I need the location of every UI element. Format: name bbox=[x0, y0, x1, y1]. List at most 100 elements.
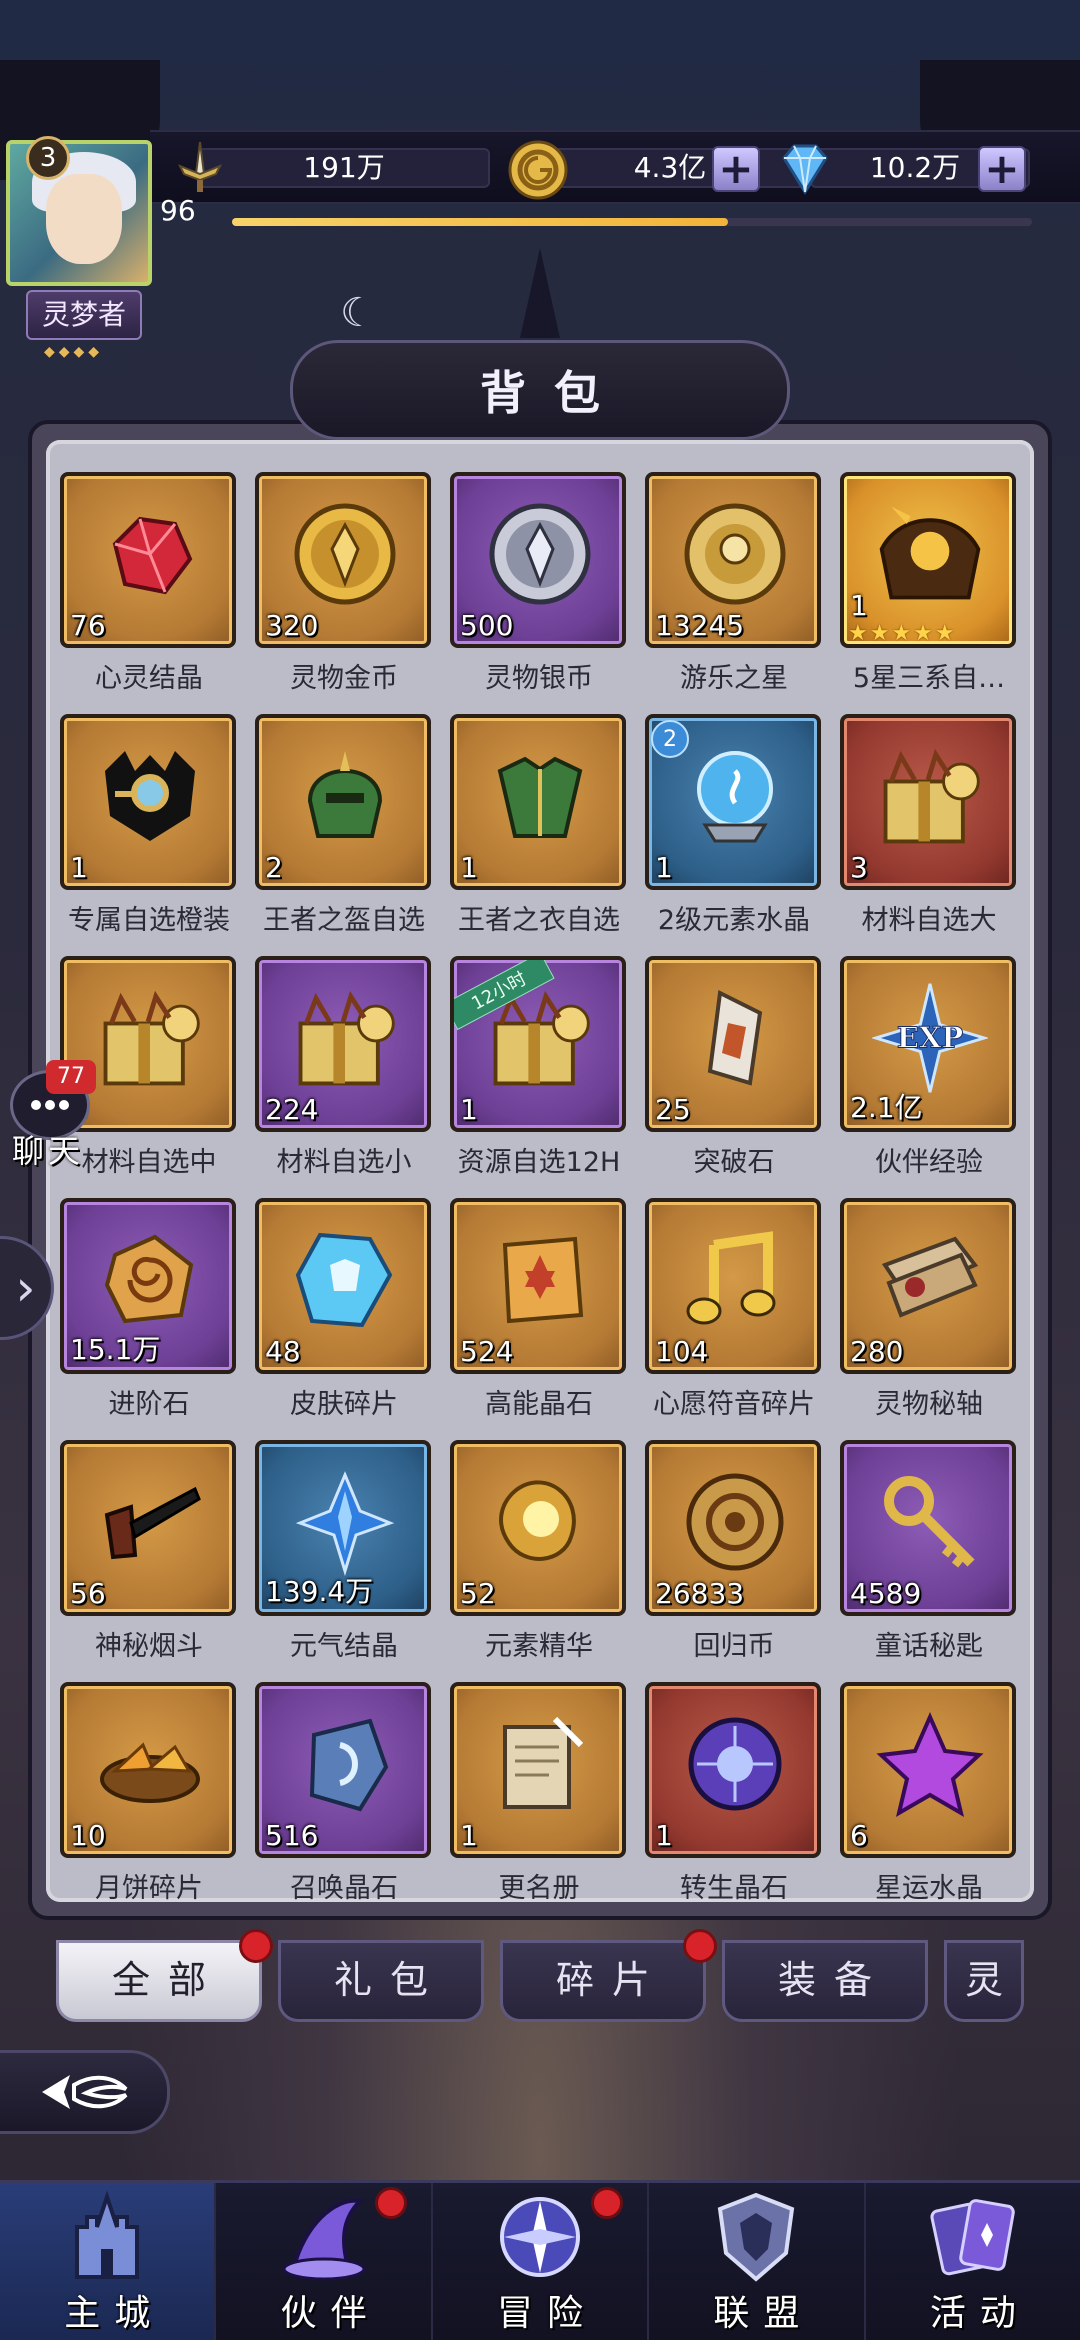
item-tile[interactable]: 500 bbox=[450, 472, 626, 648]
item-tile[interactable]: 224 bbox=[255, 956, 431, 1132]
inventory-item[interactable]: 1 转生晶石 bbox=[645, 1682, 823, 1904]
item-quantity: 320 bbox=[265, 609, 319, 642]
item-name: 王者之衣自选 bbox=[458, 905, 620, 936]
item-name: 5星三系自… bbox=[852, 663, 1006, 694]
notification-dot bbox=[683, 1929, 717, 1963]
inventory-item[interactable]: 56 神秘烟斗 bbox=[60, 1440, 238, 1662]
item-quantity: 1 bbox=[460, 851, 478, 884]
notification-dot bbox=[374, 2187, 407, 2219]
item-tile[interactable]: 1 bbox=[645, 1682, 821, 1858]
gold-coin-icon bbox=[287, 498, 403, 610]
nav-label: 主城 bbox=[64, 2293, 165, 2334]
inventory-item[interactable]: 104 心愿符音碎片 bbox=[645, 1198, 823, 1420]
back-button[interactable] bbox=[0, 2050, 170, 2134]
item-tile[interactable]: 3 bbox=[840, 714, 1016, 890]
item-quantity: 516 bbox=[265, 1819, 319, 1852]
inventory-item[interactable]: 48 皮肤碎片 bbox=[255, 1198, 433, 1420]
item-quantity: 4589 bbox=[850, 1577, 922, 1610]
item-name: 回归币 bbox=[693, 1631, 775, 1662]
resource-bar: 191万 4.3亿 + 10.2万 + bbox=[150, 130, 1080, 204]
inventory-item[interactable]: 320 灵物金币 bbox=[255, 472, 433, 694]
inventory-item[interactable]: 76 心灵结晶 bbox=[60, 472, 238, 694]
nav-label: 联盟 bbox=[713, 2293, 814, 2334]
nav-shield[interactable]: 联盟 bbox=[649, 2183, 866, 2340]
item-tile[interactable]: 10 bbox=[60, 1682, 236, 1858]
nav-wizard-hat[interactable]: 伙伴 bbox=[216, 2183, 433, 2340]
player-title-badge[interactable]: 灵梦者 bbox=[26, 290, 142, 340]
item-name: 灵物银币 bbox=[485, 663, 593, 694]
inventory-item[interactable]: 1 专属自选橙装 bbox=[60, 714, 238, 936]
inventory-item[interactable]: 52 元素精华 bbox=[450, 1440, 628, 1662]
cards-icon bbox=[923, 2187, 1023, 2291]
tab-2[interactable]: 碎片 bbox=[500, 1929, 717, 2022]
item-tile[interactable]: 1 bbox=[450, 1682, 626, 1858]
item-tile[interactable]: EXP 2.1亿 bbox=[840, 956, 1016, 1132]
item-tile[interactable]: 2 1 bbox=[645, 714, 821, 890]
inventory-item[interactable]: 224 材料自选小 bbox=[255, 956, 433, 1178]
add-gold-button[interactable]: + bbox=[712, 146, 760, 192]
bell-coin-icon bbox=[677, 498, 793, 610]
inventory-item[interactable]: 6 星运水晶 bbox=[840, 1682, 1018, 1904]
inventory-item[interactable]: 13245 游乐之星 bbox=[645, 472, 823, 694]
item-tile[interactable]: 4589 bbox=[840, 1440, 1016, 1616]
item-tile[interactable]: 26833 bbox=[645, 1440, 821, 1616]
inventory-item[interactable]: 2 王者之盔自选 bbox=[255, 714, 433, 936]
nav-cards[interactable]: 活动 bbox=[866, 2183, 1080, 2340]
chat-button[interactable]: 77 聊天 bbox=[0, 1060, 100, 1170]
inventory-item[interactable]: 524 高能晶石 bbox=[450, 1198, 628, 1420]
item-tile[interactable]: 15.1万 bbox=[60, 1198, 236, 1374]
item-tile[interactable]: 2 bbox=[255, 714, 431, 890]
inventory-item[interactable]: 139.4万 元气结晶 bbox=[255, 1440, 433, 1662]
tab-1[interactable]: 礼包 bbox=[278, 1940, 484, 2022]
item-tile[interactable]: 48 bbox=[255, 1198, 431, 1374]
nav-castle[interactable]: 主城 bbox=[0, 2183, 217, 2340]
inventory-item[interactable]: 12小时 1 资源自选12H bbox=[450, 956, 628, 1178]
add-diamond-button[interactable]: + bbox=[978, 146, 1026, 192]
item-tile[interactable]: 52 bbox=[450, 1440, 626, 1616]
inventory-item[interactable]: 500 灵物银币 bbox=[450, 472, 628, 694]
inventory-item[interactable]: 516 召唤晶石 bbox=[255, 1682, 433, 1904]
skin-shard-icon bbox=[287, 1224, 403, 1336]
tab-3[interactable]: 装备 bbox=[722, 1940, 928, 2022]
inventory-item[interactable]: 2 1 2级元素水晶 bbox=[645, 714, 823, 936]
item-tile[interactable]: 12小时 1 bbox=[450, 956, 626, 1132]
inventory-item[interactable]: 4589 童话秘匙 bbox=[840, 1440, 1018, 1662]
item-tile[interactable]: 25 bbox=[645, 956, 821, 1132]
item-tile[interactable]: 1 bbox=[60, 714, 236, 890]
nav-label: 冒险 bbox=[497, 2293, 598, 2334]
tab-4[interactable]: 灵 bbox=[944, 1940, 1024, 2022]
inventory-item[interactable]: 10 月饼碎片 bbox=[60, 1682, 238, 1904]
tab-0[interactable]: 全部 bbox=[56, 1929, 273, 2022]
inventory-item[interactable]: 280 灵物秘轴 bbox=[840, 1198, 1018, 1420]
item-tile[interactable]: 280 bbox=[840, 1198, 1016, 1374]
item-tile[interactable]: 13245 bbox=[645, 472, 821, 648]
item-tile[interactable]: 6 bbox=[840, 1682, 1016, 1858]
scroll-icon bbox=[872, 1224, 988, 1336]
item-tile[interactable]: 56 bbox=[60, 1440, 236, 1616]
inventory-item[interactable]: EXP 2.1亿 伙伴经验 bbox=[840, 956, 1018, 1178]
item-tile[interactable]: 320 bbox=[255, 472, 431, 648]
item-tile[interactable]: 139.4万 bbox=[255, 1440, 431, 1616]
inventory-item[interactable]: 15.1万 进阶石 bbox=[60, 1198, 238, 1420]
item-quantity: 500 bbox=[460, 609, 514, 642]
inventory-item[interactable]: 1 王者之衣自选 bbox=[450, 714, 628, 936]
item-name: 更名册 bbox=[498, 1873, 580, 1904]
item-name: 神秘烟斗 bbox=[95, 1631, 203, 1662]
item-tile[interactable]: 524 bbox=[450, 1198, 626, 1374]
inventory-item[interactable]: ★★★★★ 1 5星三系自… bbox=[840, 472, 1018, 694]
item-tile[interactable]: ★★★★★ 1 bbox=[840, 472, 1016, 648]
nav-compass[interactable]: 冒险 bbox=[433, 2183, 650, 2340]
item-tile[interactable]: 104 bbox=[645, 1198, 821, 1374]
inventory-item[interactable]: 25 突破石 bbox=[645, 956, 823, 1178]
rename-scroll-icon bbox=[482, 1708, 598, 1820]
exp-star-icon: EXP bbox=[872, 982, 988, 1094]
item-tile[interactable]: 76 bbox=[60, 472, 236, 648]
inventory-item[interactable]: 3 材料自选大 bbox=[840, 714, 1018, 936]
inventory-item[interactable]: 1 更名册 bbox=[450, 1682, 628, 1904]
item-tile[interactable]: 516 bbox=[255, 1682, 431, 1858]
silver-coin-icon bbox=[482, 498, 598, 610]
rebirth-orb-icon bbox=[677, 1708, 793, 1820]
inventory-item[interactable]: 26833 回归币 bbox=[645, 1440, 823, 1662]
diamond-icon bbox=[782, 144, 828, 195]
item-tile[interactable]: 1 bbox=[450, 714, 626, 890]
